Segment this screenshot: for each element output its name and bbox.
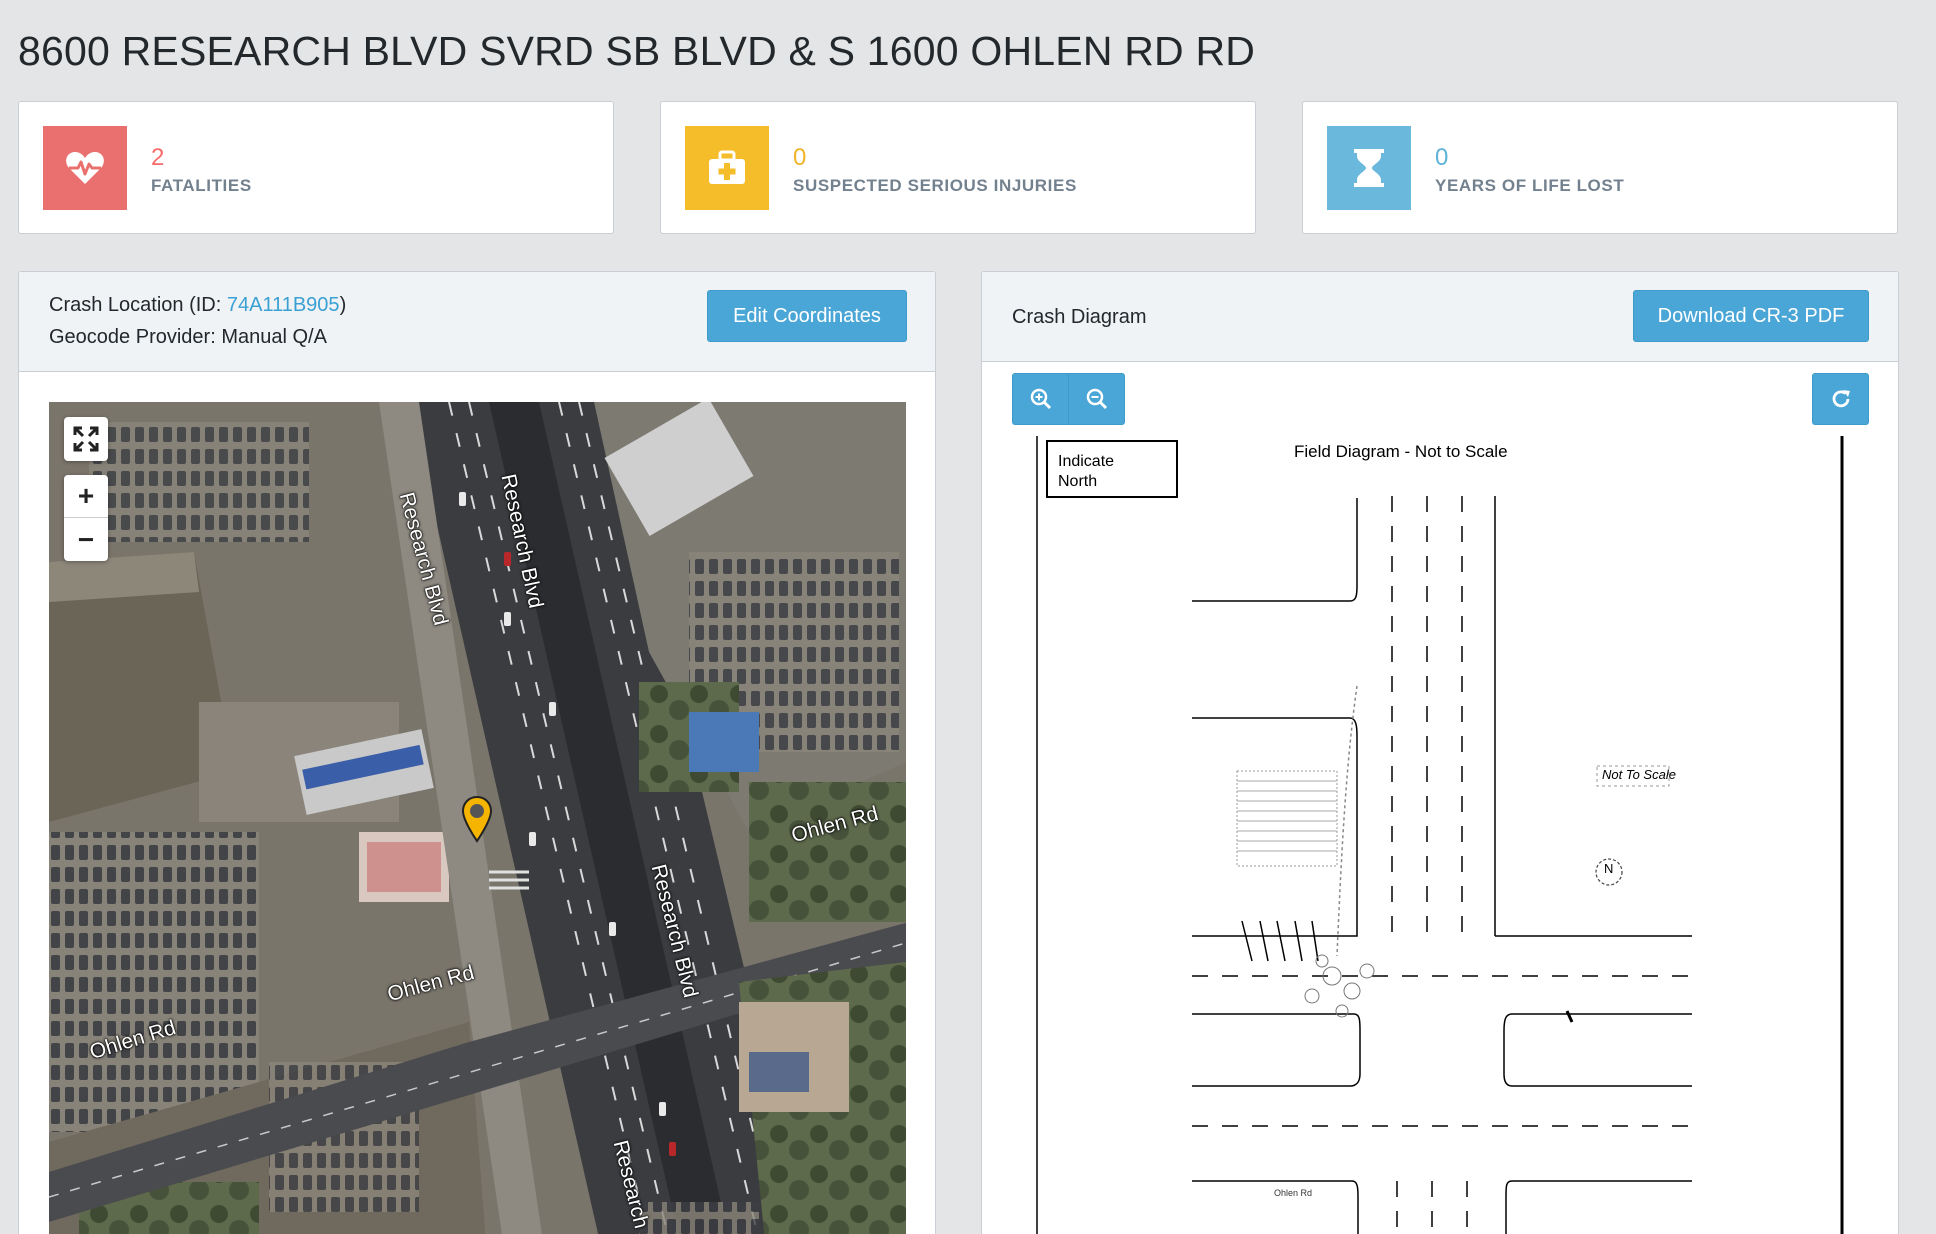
serious-injuries-label: SUSPECTED SERIOUS INJURIES [793, 176, 1077, 195]
diagram-lines [1036, 436, 1844, 1234]
north-symbol: N [1604, 861, 1614, 876]
not-to-scale-label: Not To Scale [1602, 767, 1676, 782]
medkit-icon [685, 126, 769, 210]
zoom-out-icon [1086, 388, 1107, 410]
refresh-icon [1832, 390, 1850, 408]
fatalities-label: FATALITIES [151, 176, 252, 195]
years-of-life-lost-value: 0 [1435, 144, 1449, 171]
crash-location-marker[interactable] [461, 795, 493, 843]
fatalities-value: 2 [151, 144, 165, 171]
plus-icon: + [77, 480, 95, 511]
map-zoom-in-button[interactable]: + [64, 475, 108, 518]
diagram-zoom-in-button[interactable] [1012, 373, 1069, 425]
map-zoom-out-button[interactable]: − [64, 518, 108, 561]
minus-icon: − [77, 523, 95, 555]
crash-location-label: Crash Location (ID: 74A111B905) [49, 294, 347, 316]
crash-location-header: Crash Location (ID: 74A111B905) Geocode … [19, 272, 935, 372]
fullscreen-icon [73, 426, 99, 452]
diagram-reset-button[interactable] [1812, 373, 1869, 425]
field-diagram-heading: Field Diagram - Not to Scale [1294, 442, 1508, 461]
heartbeat-icon [43, 126, 127, 210]
serious-injuries-card: 0 SUSPECTED SERIOUS INJURIES [660, 101, 1256, 234]
page-title: 8600 RESEARCH BLVD SVRD SB BLVD & S 1600… [18, 28, 1256, 74]
map-pin-icon [461, 795, 493, 843]
crash-diagram-header: Crash Diagram Download CR-3 PDF [982, 272, 1898, 362]
crash-map[interactable]: Research Blvd Research Blvd Research Blv… [49, 402, 906, 1234]
serious-injuries-value: 0 [793, 144, 807, 171]
hourglass-icon [1327, 126, 1411, 210]
crash-diagram-title: Crash Diagram [1012, 306, 1147, 328]
edit-coordinates-button[interactable]: Edit Coordinates [707, 290, 907, 342]
zoom-in-icon [1030, 388, 1051, 410]
download-cr3-pdf-button[interactable]: Download CR-3 PDF [1633, 290, 1869, 342]
fullscreen-button[interactable] [64, 417, 108, 461]
map-zoom-control: + − [64, 475, 108, 561]
geocode-provider: Geocode Provider: Manual Q/A [49, 326, 327, 348]
years-of-life-lost-label: YEARS OF LIFE LOST [1435, 176, 1625, 195]
years-of-life-lost-card: 0 YEARS OF LIFE LOST [1302, 101, 1898, 234]
diagram-zoom-out-button[interactable] [1068, 373, 1125, 425]
crash-diagram-panel: Crash Diagram Download CR-3 PDF Indicate… [981, 271, 1899, 1234]
crash-diagram-image: Indicate North Field Diagram - Not to Sc… [1012, 436, 1869, 1234]
fatalities-card: 2 FATALITIES [18, 101, 614, 234]
crash-location-panel: Crash Location (ID: 74A111B905) Geocode … [18, 271, 936, 1234]
indicate-north-label: Indicate North [1058, 453, 1115, 490]
street-note: Ohlen Rd [1274, 1188, 1313, 1198]
crash-id-link[interactable]: 74A111B905 [227, 294, 340, 316]
